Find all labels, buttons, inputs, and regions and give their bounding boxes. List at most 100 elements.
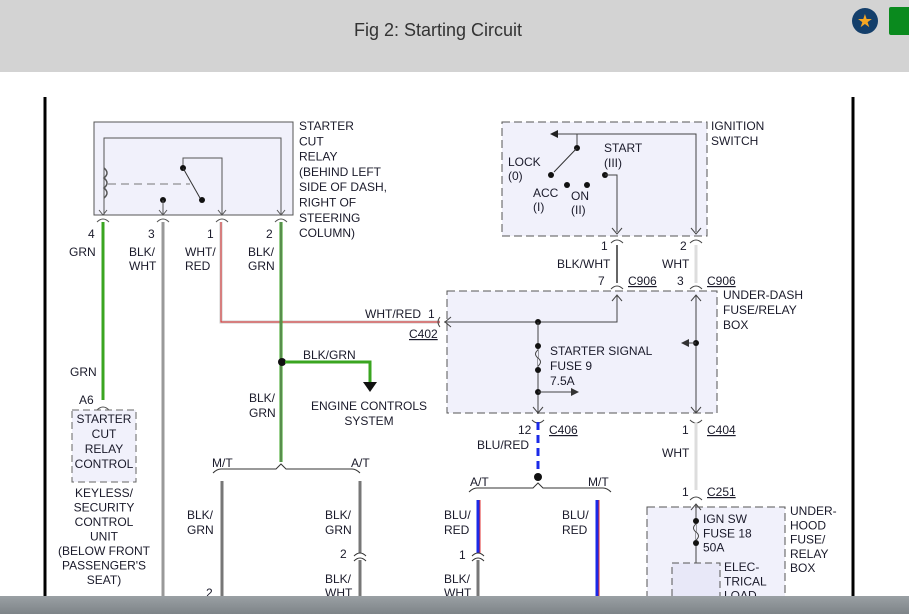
underhood-label-line: FUSE/	[790, 533, 826, 547]
underhood-label-line: UNDER-	[790, 504, 837, 518]
wire-label-blk-wht-line: BLK/	[129, 245, 156, 259]
relay-label-line: STARTER	[299, 119, 354, 133]
start-label-line: (III)	[604, 156, 622, 170]
right-mt-wire-line: BLU/	[562, 508, 589, 522]
relay-label-line: RIGHT OF	[299, 196, 356, 210]
ignition-label-line: SWITCH	[711, 134, 758, 148]
keyless-unit-label-line: (BELOW FRONT	[58, 544, 151, 558]
at-label: A/T	[351, 456, 370, 470]
fuse9-label-line: FUSE 9	[550, 359, 592, 373]
wht-label: WHT	[662, 446, 690, 460]
right-mt-label: M/T	[588, 475, 609, 489]
underhood-label: UNDER-HOOD FUSE/RELAY BOX	[790, 504, 837, 575]
c402-wire-label: WHT/RED	[365, 307, 421, 321]
keyless-unit-label-line: PASSENGER'S	[62, 559, 146, 573]
on-label-line: (II)	[571, 203, 586, 217]
relay-label-line: CUT	[299, 134, 324, 148]
wire-label-wht-red: WHT/RED	[185, 245, 216, 273]
ign-wire-2: WHT	[662, 257, 690, 271]
c406-label: C406	[549, 423, 578, 437]
control-label-line: STARTER	[77, 412, 132, 426]
engine-controls-label: ENGINE CONTROLS SYSTEM	[311, 399, 427, 428]
keyless-unit-label: KEYLESS/SECURITY CONTROL UNIT (BELOW FRONT P…	[58, 486, 151, 587]
wire-label-grn-line: GRN	[69, 245, 96, 259]
c402-label: C402	[409, 327, 438, 341]
ign-pin-1: 1	[601, 239, 608, 253]
arrow-down-icon	[363, 382, 377, 392]
lock-label-line: LOCK	[508, 155, 541, 169]
load-label-line: ELEC-	[724, 560, 759, 574]
right-at-wire: BLU/RED	[444, 508, 471, 537]
star-icon[interactable]: ★	[852, 8, 878, 34]
wire-label-blk-grn-line: GRN	[248, 259, 275, 273]
control-label-line: CONTROL	[75, 457, 134, 471]
wire-label-blk-grn-line: BLK/	[248, 245, 275, 259]
keyless-unit-label-line: KEYLESS/	[75, 486, 134, 500]
right-mt-wire: BLU/RED	[562, 508, 589, 537]
lock-label-line: (0)	[508, 169, 523, 183]
at-pin: 2	[340, 547, 347, 561]
electrical-load	[671, 562, 721, 596]
underhood-label-line: HOOD	[790, 518, 826, 532]
mt-wire-label-line: GRN	[187, 523, 214, 537]
relay-label-line: SIDE OF DASH,	[299, 180, 387, 194]
engine-controls-label-line: SYSTEM	[344, 414, 393, 428]
blu-red-label: BLU/RED	[477, 438, 529, 452]
fuse18-label-line: FUSE 18	[703, 526, 752, 540]
c404-label: C404	[707, 423, 736, 437]
ign-wire-1: BLK/WHT	[557, 257, 611, 271]
wire-label-blk-grn-2-line: BLK/	[249, 391, 276, 405]
right-at-wire2: BLK/WHT	[444, 572, 472, 596]
at-wire2-label-line: WHT	[325, 586, 353, 596]
c906-label-1: C906	[628, 274, 657, 288]
mt-label: M/T	[212, 456, 233, 470]
mt-wire-label-line: BLK/	[187, 508, 214, 522]
pin-1: 1	[207, 227, 214, 241]
on-label-line: ON	[571, 189, 589, 203]
ign-pin-2: 2	[680, 239, 687, 253]
at-wire2-label-line: BLK/	[325, 572, 352, 586]
at-wire-label-line: GRN	[325, 523, 352, 537]
wire-label-wht-red-line: RED	[185, 259, 211, 273]
fuse9-label-line: 7.5A	[550, 374, 575, 388]
acc-label-line: ACC	[533, 186, 559, 200]
acc-label-line: (I)	[533, 200, 544, 214]
right-at-wire-line: BLU/	[444, 508, 471, 522]
c404-pin: 1	[682, 423, 689, 437]
c406-pin: 12	[518, 423, 532, 437]
at-wire-label: BLK/GRN	[325, 508, 352, 537]
at-wire2-label: BLK/WHT	[325, 572, 353, 596]
keyless-unit-label-line: SECURITY	[74, 501, 135, 515]
wire-label-grn: GRN	[69, 245, 96, 259]
c906-pin-3: 3	[677, 274, 684, 288]
fuse18-label-line: IGN SW	[703, 512, 748, 526]
wire-label-blk-grn-2: BLK/GRN	[249, 391, 276, 420]
control-label-line: CUT	[92, 427, 117, 441]
action-button[interactable]	[889, 7, 909, 35]
wire-label-blk-grn: BLK/GRN	[248, 245, 275, 273]
figure-title: Fig 2: Starting Circuit	[353, 20, 523, 40]
underdash-label-line: FUSE/RELAY	[723, 303, 797, 317]
engine-controls-label-line: ENGINE CONTROLS	[311, 399, 427, 413]
ignition-label: IGNITION SWITCH	[711, 119, 764, 148]
right-at-pin: 1	[459, 548, 466, 562]
underdash-label-line: UNDER-DASH	[723, 288, 803, 302]
bottom-scroll-bar[interactable]	[0, 596, 909, 614]
relay-label-line: STEERING	[299, 211, 360, 225]
fuse9-label-line: STARTER SIGNAL	[550, 344, 653, 358]
c402-pin: 1	[428, 307, 435, 321]
wire-label-wht-red-line: WHT/	[185, 245, 216, 259]
wire-label-blk-wht-line: WHT	[129, 259, 157, 273]
c251-pin: 1	[682, 485, 689, 499]
relay-label: STARTER CUT RELAY (BEHIND LEFT SIDE OF DASH,…	[299, 119, 387, 240]
relay-label-line: (BEHIND LEFT	[299, 165, 382, 179]
underdash-label-line: BOX	[723, 318, 748, 332]
control-label-line: RELAY	[85, 442, 123, 456]
start-label-line: START	[604, 141, 643, 155]
c906-pin-7: 7	[598, 274, 605, 288]
c251-label: C251	[707, 485, 736, 499]
relay-label-line: RELAY	[299, 150, 337, 164]
right-at-wire-line: RED	[444, 523, 470, 537]
ignition-label-line: IGNITION	[711, 119, 764, 133]
wire-label-blk-grn-2-line: GRN	[249, 406, 276, 420]
